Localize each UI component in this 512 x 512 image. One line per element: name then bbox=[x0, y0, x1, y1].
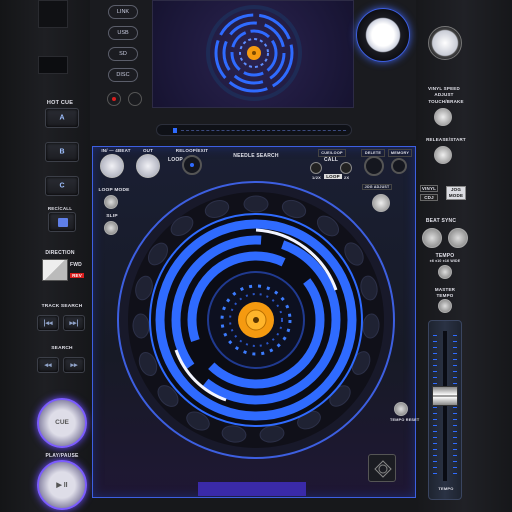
tempo-range-label: ±6 ±10 ±16 WIDE bbox=[429, 259, 461, 263]
hot-cue-c-label: C bbox=[59, 182, 65, 190]
browse-knob[interactable] bbox=[356, 8, 410, 62]
rec-call-icon bbox=[58, 218, 68, 227]
needle-position-marker bbox=[173, 128, 177, 133]
hot-cue-c-button[interactable]: C bbox=[45, 176, 79, 196]
logo-icon bbox=[368, 454, 396, 482]
needle-track bbox=[181, 130, 346, 131]
beat-sync-label: BEAT SYNC bbox=[425, 218, 457, 224]
display-slot bbox=[38, 56, 68, 74]
beat-sync-button[interactable] bbox=[422, 228, 442, 248]
fader-slot bbox=[443, 331, 447, 481]
rewind-icon: ◂◂ bbox=[44, 362, 52, 369]
master-tempo-label: MASTER TEMPO bbox=[434, 287, 456, 298]
hot-cue-a-label: A bbox=[59, 114, 65, 122]
play-pause-button[interactable]: ▶ II bbox=[37, 460, 87, 510]
source-disc-button[interactable]: DISC bbox=[108, 68, 138, 82]
needle-search-label: NEEDLE SEARCH bbox=[233, 153, 279, 159]
rec-call-label: REC/CALL bbox=[47, 206, 73, 211]
sync-master-button[interactable] bbox=[448, 228, 468, 248]
reloop-indicator-icon bbox=[190, 163, 194, 167]
loop-out-button[interactable] bbox=[136, 154, 160, 178]
top-left-slot bbox=[38, 0, 68, 28]
search-label: SEARCH bbox=[51, 346, 73, 351]
source-sd-button[interactable]: SD bbox=[108, 47, 138, 61]
cue-button-label: CUE bbox=[55, 419, 69, 426]
tempo-reset-button[interactable] bbox=[394, 402, 408, 416]
loop-label: LOOP bbox=[168, 157, 183, 163]
fast-forward-icon: ▸▸ bbox=[70, 362, 78, 369]
track-prev-icon: |◂◂ bbox=[43, 320, 53, 327]
source-usb-button[interactable]: USB bbox=[108, 26, 138, 40]
stop-button[interactable] bbox=[128, 92, 142, 106]
track-search-prev-button[interactable]: |◂◂ bbox=[37, 315, 59, 331]
touch-brake-knob[interactable] bbox=[434, 108, 452, 126]
cue-loop-label[interactable]: CUE/LOOP bbox=[318, 149, 346, 157]
play-pause-label: PLAY/PAUSE bbox=[45, 453, 79, 459]
hot-cue-b-label: B bbox=[59, 148, 65, 156]
hot-cue-b-button[interactable]: B bbox=[45, 142, 79, 162]
track-search-label: TRACK SEARCH bbox=[41, 304, 83, 309]
source-link-button[interactable]: LINK bbox=[108, 5, 138, 19]
play-pause-icon: ▶ II bbox=[56, 482, 68, 489]
hot-cue-a-button[interactable]: A bbox=[45, 108, 79, 128]
mini-jog-display bbox=[206, 5, 302, 101]
call-prev-button[interactable] bbox=[310, 162, 322, 174]
search-back-button[interactable]: ◂◂ bbox=[37, 357, 59, 373]
loop-in-button[interactable] bbox=[100, 154, 124, 178]
jog-wheel[interactable] bbox=[116, 178, 396, 462]
fwd-label: FWD bbox=[70, 262, 82, 268]
track-search-next-button[interactable]: ▸▸| bbox=[63, 315, 85, 331]
rec-call-button[interactable] bbox=[48, 212, 76, 232]
tempo-fader[interactable]: TEMPO bbox=[428, 320, 462, 500]
power-knob[interactable] bbox=[428, 26, 462, 60]
tempo-fader-label: TEMPO bbox=[438, 486, 454, 491]
delete-knob[interactable] bbox=[364, 156, 384, 176]
needle-search-strip[interactable] bbox=[156, 124, 352, 136]
vinyl-speed-label: VINYL SPEED ADJUST bbox=[428, 86, 460, 97]
release-start-knob[interactable] bbox=[434, 146, 452, 164]
record-indicator-icon bbox=[112, 97, 116, 101]
direction-lever[interactable] bbox=[42, 259, 68, 281]
cue-button[interactable]: CUE bbox=[37, 398, 87, 448]
direction-label: DIRECTION bbox=[45, 250, 75, 256]
touch-brake-label: TOUCH/BRAKE bbox=[428, 99, 464, 104]
disc-eject-button[interactable] bbox=[107, 92, 121, 106]
tempo-reset-label: TEMPO RESET bbox=[390, 418, 420, 422]
search-forward-button[interactable]: ▸▸ bbox=[63, 357, 85, 373]
track-next-icon: ▸▸| bbox=[69, 320, 79, 327]
waveform-display bbox=[152, 0, 354, 108]
hot-cue-label: HOT CUE bbox=[46, 100, 74, 106]
tempo-fader-knob[interactable] bbox=[432, 385, 458, 406]
release-start-label: RELEASE/START bbox=[426, 137, 466, 142]
loop-out-label: OUT bbox=[142, 148, 154, 153]
memory-knob[interactable] bbox=[391, 158, 407, 174]
reloop-exit-label: RELOOP/EXIT bbox=[175, 148, 209, 153]
vinyl-label: VINYL bbox=[420, 185, 438, 192]
master-tempo-button[interactable] bbox=[438, 299, 452, 313]
deck-bottom-bar bbox=[198, 482, 306, 496]
reloop-exit-button[interactable] bbox=[182, 155, 202, 175]
call-label: CALL bbox=[324, 157, 339, 163]
cdj-label: CDJ bbox=[420, 194, 438, 201]
tempo-range-button[interactable] bbox=[438, 265, 452, 279]
jog-mode-button[interactable]: JOG MODE bbox=[446, 186, 466, 200]
rev-label: REV bbox=[70, 273, 84, 278]
memory-button[interactable]: MEMORY bbox=[388, 149, 412, 157]
in-4beat-label: IN/ — 4BEAT bbox=[101, 148, 131, 153]
call-next-button[interactable] bbox=[340, 162, 352, 174]
